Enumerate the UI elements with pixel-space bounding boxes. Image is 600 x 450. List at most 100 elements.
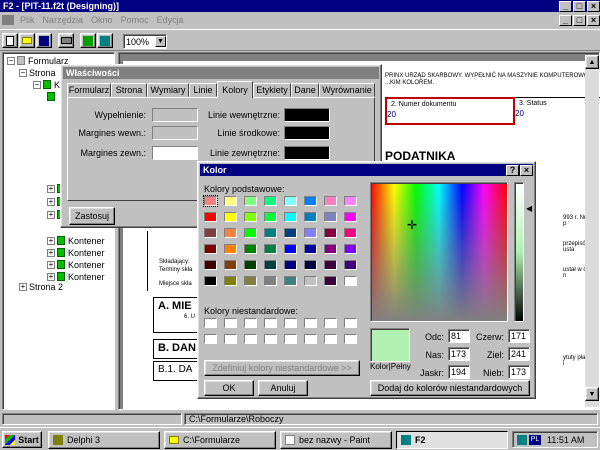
custom-color-swatch[interactable] bbox=[204, 318, 217, 328]
custom-color-swatch[interactable] bbox=[264, 334, 277, 344]
custom-color-swatch[interactable] bbox=[344, 318, 357, 328]
tab-linie[interactable]: Linie bbox=[189, 83, 217, 97]
design-icon[interactable] bbox=[80, 33, 96, 48]
basic-color-swatch[interactable] bbox=[204, 244, 217, 254]
basic-color-swatch[interactable] bbox=[324, 276, 337, 286]
section-b1-box[interactable]: B.1. DA bbox=[153, 361, 203, 381]
close-icon[interactable]: × bbox=[520, 164, 533, 176]
close-button[interactable]: × bbox=[587, 0, 600, 12]
add-to-custom-colors-button[interactable]: Dodaj do kolorów niestandardowych bbox=[370, 380, 530, 396]
tray-network-icon[interactable] bbox=[517, 434, 527, 445]
basic-color-swatch[interactable] bbox=[344, 212, 357, 222]
custom-color-swatch[interactable] bbox=[344, 334, 357, 344]
czerw-field[interactable]: 171 bbox=[508, 329, 530, 343]
margines-wewn-swatch[interactable] bbox=[152, 126, 198, 140]
basic-color-swatch[interactable] bbox=[224, 244, 237, 254]
basic-color-swatch[interactable] bbox=[284, 196, 297, 206]
slider-arrow-icon[interactable]: ◀ bbox=[526, 204, 532, 213]
save-icon[interactable] bbox=[36, 33, 52, 48]
open-folder-icon[interactable] bbox=[19, 33, 35, 48]
color-spectrum[interactable]: ✛ bbox=[370, 182, 508, 322]
vertical-scrollbar[interactable]: ▲ ▼ bbox=[585, 55, 599, 407]
task-f2[interactable]: F2 bbox=[396, 431, 508, 449]
basic-color-swatch[interactable] bbox=[344, 276, 357, 286]
tree-item-strona-2[interactable]: Strona 2 bbox=[29, 282, 63, 292]
scroll-up-icon[interactable]: ▲ bbox=[585, 55, 599, 69]
basic-color-swatch[interactable] bbox=[304, 276, 317, 286]
print-icon[interactable] bbox=[58, 33, 74, 48]
basic-color-swatch[interactable] bbox=[204, 276, 217, 286]
minimize-button[interactable]: _ bbox=[559, 0, 572, 12]
custom-color-swatch[interactable] bbox=[304, 318, 317, 328]
basic-color-swatch[interactable] bbox=[244, 228, 257, 238]
doc-close-button[interactable]: × bbox=[587, 14, 600, 26]
nieb-field[interactable]: 173 bbox=[508, 365, 530, 379]
properties-title-bar[interactable]: Właściwości bbox=[63, 67, 379, 79]
basic-color-swatch[interactable] bbox=[344, 244, 357, 254]
luminance-slider[interactable] bbox=[514, 182, 524, 322]
custom-color-swatch[interactable] bbox=[204, 334, 217, 344]
maximize-button[interactable]: □ bbox=[573, 0, 586, 12]
field-numer-dokumentu[interactable]: 2. Numer dokumentu 20 bbox=[385, 97, 515, 125]
section-b-box[interactable]: B. DAN bbox=[153, 339, 203, 359]
basic-color-swatch[interactable] bbox=[244, 196, 257, 206]
menu-narzedzia[interactable]: Narzędzia bbox=[43, 15, 84, 25]
define-custom-colors-button[interactable]: Zdefiniuj kolory niestandardowe >> bbox=[204, 360, 360, 376]
tab-wymiary[interactable]: Wymiary bbox=[147, 83, 189, 97]
tray-language-icon[interactable]: PL bbox=[529, 434, 541, 445]
basic-color-swatch[interactable] bbox=[204, 228, 217, 238]
custom-color-swatch[interactable] bbox=[284, 318, 297, 328]
jaskr-field[interactable]: 194 bbox=[448, 365, 470, 379]
document-icon[interactable] bbox=[2, 15, 14, 25]
odc-field[interactable]: 81 bbox=[448, 329, 470, 343]
custom-color-swatch[interactable] bbox=[284, 334, 297, 344]
basic-color-swatch[interactable] bbox=[344, 260, 357, 270]
basic-color-swatch[interactable] bbox=[324, 244, 337, 254]
custom-color-swatch[interactable] bbox=[224, 318, 237, 328]
menu-plik[interactable]: Plik bbox=[20, 15, 35, 25]
basic-color-swatch[interactable] bbox=[284, 276, 297, 286]
basic-color-swatch[interactable] bbox=[224, 196, 237, 206]
task-formularze[interactable]: C:\Formularze bbox=[164, 431, 276, 449]
menu-edycja[interactable]: Edycja bbox=[157, 15, 184, 25]
tab-etykiety[interactable]: Etykiety bbox=[253, 83, 291, 97]
task-delphi[interactable]: Delphi 3 bbox=[48, 431, 160, 449]
basic-color-swatch[interactable] bbox=[264, 228, 277, 238]
custom-color-swatch[interactable] bbox=[264, 318, 277, 328]
chevron-down-icon[interactable]: ▼ bbox=[155, 36, 166, 47]
linie-zewn-swatch[interactable] bbox=[284, 146, 330, 160]
basic-color-swatch[interactable] bbox=[264, 244, 277, 254]
linie-srodk-swatch[interactable] bbox=[284, 126, 330, 140]
cancel-button[interactable]: Anuluj bbox=[258, 380, 308, 396]
basic-color-swatch[interactable] bbox=[204, 212, 217, 222]
custom-color-swatch[interactable] bbox=[224, 334, 237, 344]
basic-color-swatch[interactable] bbox=[244, 244, 257, 254]
basic-color-swatch[interactable] bbox=[224, 212, 237, 222]
tab-kolory[interactable]: Kolory bbox=[217, 81, 253, 98]
tree-item-kontener[interactable]: Kontener bbox=[68, 260, 105, 270]
custom-color-swatch[interactable] bbox=[324, 334, 337, 344]
basic-color-swatch[interactable] bbox=[324, 212, 337, 222]
custom-color-swatch[interactable] bbox=[244, 334, 257, 344]
custom-color-swatch[interactable] bbox=[244, 318, 257, 328]
new-file-icon[interactable] bbox=[2, 33, 18, 48]
wypelnienie-swatch[interactable] bbox=[152, 108, 198, 122]
basic-color-swatch[interactable] bbox=[224, 260, 237, 270]
tree-item-kontener[interactable]: Kontener bbox=[68, 272, 105, 282]
linie-wewn-swatch[interactable] bbox=[284, 108, 330, 122]
basic-color-swatch[interactable] bbox=[244, 260, 257, 270]
basic-color-swatch[interactable] bbox=[264, 196, 277, 206]
clock[interactable]: 11:51 AM bbox=[547, 435, 584, 445]
menu-okno[interactable]: Okno bbox=[91, 15, 113, 25]
ziel-field[interactable]: 241 bbox=[508, 347, 530, 361]
basic-color-swatch[interactable] bbox=[344, 228, 357, 238]
tab-strona[interactable]: Strona bbox=[111, 83, 147, 97]
task-paint[interactable]: bez nazwy - Paint bbox=[280, 431, 392, 449]
basic-color-swatch[interactable] bbox=[203, 195, 218, 207]
doc-minimize-button[interactable]: _ bbox=[559, 14, 572, 26]
basic-color-swatch[interactable] bbox=[244, 212, 257, 222]
basic-color-swatch[interactable] bbox=[224, 276, 237, 286]
section-a-box[interactable]: A. MIE 6. U bbox=[153, 297, 203, 333]
basic-color-swatch[interactable] bbox=[284, 244, 297, 254]
tab-formularz[interactable]: Formularz bbox=[67, 83, 111, 97]
